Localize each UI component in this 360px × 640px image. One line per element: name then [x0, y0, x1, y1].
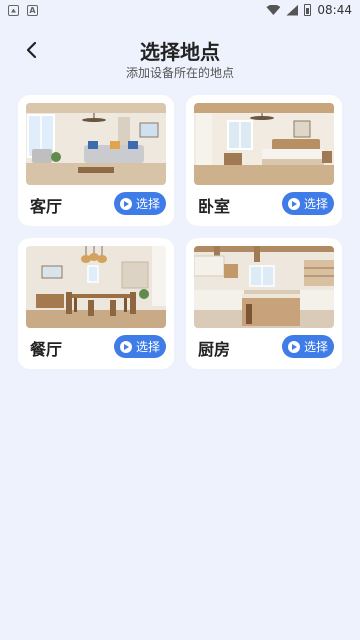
play-icon	[287, 197, 300, 210]
select-button[interactable]: 选择	[114, 335, 166, 358]
image-icon	[8, 4, 19, 16]
living-room-photo	[26, 103, 166, 185]
play-icon	[119, 197, 132, 210]
play-icon	[119, 340, 132, 353]
room-name: 厨房	[198, 340, 231, 359]
dining-room-photo	[26, 246, 166, 328]
select-button-label: 选择	[135, 197, 160, 211]
room-card-bedroom[interactable]: 卧室 选择	[186, 95, 342, 226]
room-card-living-room[interactable]: 客厅 选择	[18, 95, 174, 226]
select-button[interactable]: 选择	[282, 335, 334, 358]
page-title: 选择地点	[140, 40, 220, 64]
a-icon: A	[27, 4, 38, 16]
select-button-label: 选择	[303, 197, 328, 211]
select-button-label: 选择	[303, 340, 328, 354]
room-grid: 客厅 选择 卧室 选择 餐厅 选择 厨房 选择	[18, 95, 342, 369]
play-icon	[287, 340, 300, 353]
status-time: 08:44	[317, 3, 352, 17]
select-button[interactable]: 选择	[282, 192, 334, 215]
room-name: 客厅	[30, 197, 63, 216]
select-button[interactable]: 选择	[114, 192, 166, 215]
battery-icon	[304, 4, 312, 16]
kitchen-photo	[194, 246, 334, 328]
room-card-dining-room[interactable]: 餐厅 选择	[18, 238, 174, 369]
room-card-kitchen[interactable]: 厨房 选择	[186, 238, 342, 369]
header: 选择地点 添加设备所在的地点	[0, 36, 360, 86]
select-button-label: 选择	[135, 340, 160, 354]
wifi-icon	[266, 5, 281, 15]
signal-icon	[286, 4, 299, 16]
bedroom-photo	[194, 103, 334, 185]
status-bar: A 08:44	[0, 0, 360, 20]
page-subtitle: 添加设备所在的地点	[125, 66, 234, 80]
room-name: 餐厅	[30, 340, 63, 359]
room-name: 卧室	[198, 197, 231, 216]
